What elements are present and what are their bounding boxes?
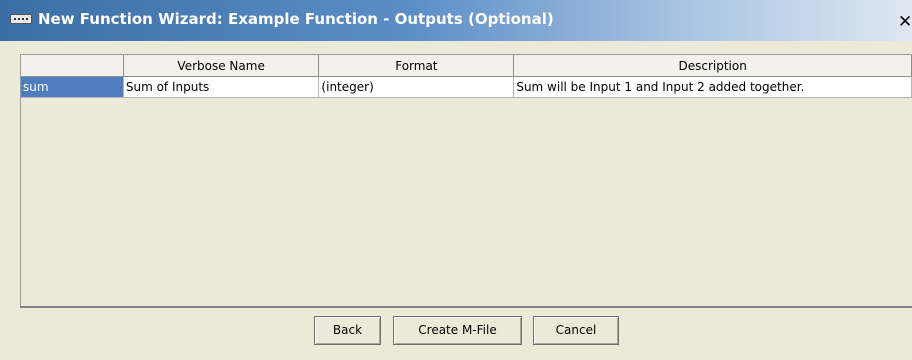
cancel-button[interactable]: Cancel <box>533 316 619 345</box>
column-header-verbose-name[interactable]: Verbose Name <box>123 55 320 77</box>
button-bar: Back Create M-File Cancel <box>0 316 912 346</box>
window-title: New Function Wizard: Example Function - … <box>38 10 554 28</box>
create-m-file-button[interactable]: Create M-File <box>393 316 522 345</box>
cell-description[interactable]: Sum will be Input 1 and Input 2 added to… <box>513 76 912 98</box>
column-header-name[interactable] <box>21 55 124 77</box>
table-row[interactable]: sum Sum of Inputs (integer) Sum will be … <box>21 76 912 98</box>
cell-format[interactable]: (integer) <box>318 76 515 98</box>
window-icon <box>10 14 32 24</box>
outputs-table-panel: Verbose Name Format Description sum Sum … <box>20 54 912 308</box>
cell-output-name[interactable]: sum <box>21 76 124 98</box>
outputs-table: Verbose Name Format Description sum Sum … <box>21 55 912 98</box>
title-bar: New Function Wizard: Example Function - … <box>0 0 912 41</box>
close-button[interactable]: ✕ <box>898 12 912 32</box>
table-bottom-border <box>20 306 912 308</box>
cell-verbose-name[interactable]: Sum of Inputs <box>123 76 320 98</box>
table-header-row: Verbose Name Format Description <box>21 55 912 77</box>
column-header-description[interactable]: Description <box>513 55 912 77</box>
column-header-format[interactable]: Format <box>318 55 515 77</box>
back-button[interactable]: Back <box>314 316 381 345</box>
